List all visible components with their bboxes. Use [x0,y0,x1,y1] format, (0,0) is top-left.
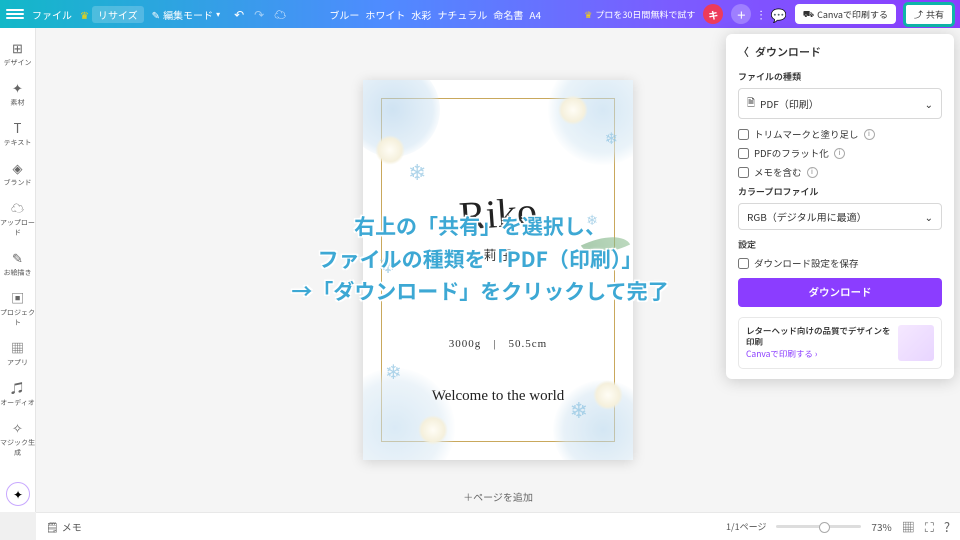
flower-decoration [375,135,405,165]
snowflake-icon: ❄ [408,155,426,187]
crown-icon: ♛ [80,7,89,22]
add-page-button[interactable]: ＋ページを追加 [463,489,533,504]
name-kanji-text[interactable]: 莉 子 [363,245,633,264]
top-toolbar: ファイル ♛リサイズ ✎編集モード▾ ↶ ↷ ☁ ブルーホワイト水彩ナチュラル命… [0,0,960,28]
name-script-text[interactable]: Riko [363,181,633,247]
apps-icon: ▦ [11,338,24,357]
watercolor-blob [363,368,455,460]
user-avatar[interactable]: キ [703,4,723,24]
settings-label: 設定 [738,238,942,251]
fullscreen-icon[interactable]: ⛶ [925,517,934,536]
snowflake-icon: ❄ [385,356,402,385]
info-icon[interactable]: i [834,148,845,159]
design-page[interactable]: ❄ ❄ ❄ ❄ ❄ ❄ Riko 莉 子 3000g | 50.5cm Welc… [363,80,633,460]
chevron-left-icon: 〈 [738,44,749,60]
include-notes-checkbox[interactable]: メモを含むi [738,165,942,179]
flatten-pdf-checkbox[interactable]: PDFのフラット化i [738,146,942,160]
brand-icon: ◈ [13,158,23,177]
promo-link[interactable]: Canvaで印刷する› [746,349,891,360]
design-icon: ⊞ [12,38,23,57]
crown-icon: ♛ [584,8,592,21]
comment-icon[interactable]: 💬 [771,5,787,24]
share-icon: ⤴ [914,8,923,21]
info-icon[interactable]: i [807,167,818,178]
sidebar-item-upload[interactable]: ☁アップロード [0,194,35,242]
color-profile-label: カラープロファイル [738,185,942,198]
notes-button[interactable]: 🗒メモ [46,519,82,534]
sidebar-item-draw[interactable]: ✎お絵描き [0,244,35,282]
promo-title: レターヘッド向けの品質でデザインを印刷 [746,325,891,348]
watercolor-blob [548,80,633,165]
snowflake-icon: ❄ [605,125,618,149]
pdf-icon: 🗎 [747,94,755,113]
zoom-slider[interactable] [776,525,861,528]
chevron-right-icon: › [815,349,818,360]
file-type-select[interactable]: 🗎PDF（印刷） ⌄ [738,88,942,119]
promo-thumbnail [898,325,934,361]
elements-icon: ✦ [12,78,23,97]
sidebar-item-elements[interactable]: ✦素材 [0,74,35,112]
download-button[interactable]: ダウンロード [738,278,942,307]
edit-mode-menu[interactable]: ✎編集モード▾ [152,7,220,22]
analytics-icon[interactable]: ⫶ [759,5,762,24]
menu-icon[interactable] [6,5,24,23]
sidebar-item-apps[interactable]: ▦アプリ [0,334,35,372]
page-indicator[interactable]: 1/1ページ [726,520,766,533]
zoom-value[interactable]: 73% [871,519,891,534]
flower-decoration [418,415,448,445]
trim-marks-checkbox[interactable]: トリムマークと塗り足しi [738,127,942,141]
save-settings-checkbox[interactable]: ダウンロード設定を保存 [738,256,942,270]
sidebar-item-design[interactable]: ⊞デザイン [0,34,35,72]
flower-decoration [558,95,588,125]
magic-fab-button[interactable]: ✦ [6,482,30,506]
undo-icon[interactable]: ↶ [234,6,244,23]
upload-icon: ☁ [11,198,24,217]
print-promo-card[interactable]: レターヘッド向けの品質でデザインを印刷 Canvaで印刷する› [738,317,942,369]
draw-icon: ✎ [12,248,23,267]
left-sidebar: ⊞デザイン ✦素材 Tテキスト ◈ブランド ☁アップロード ✎お絵描き ▣プロジ… [0,28,36,512]
welcome-text[interactable]: Welcome to the world [363,388,633,405]
add-member-button[interactable]: ＋ [731,4,751,24]
cloud-sync-icon[interactable]: ☁ [274,6,286,23]
chevron-down-icon: ⌄ [925,209,933,224]
magic-icon: ✧ [12,418,23,437]
help-icon[interactable]: ? [944,517,950,536]
info-icon[interactable]: i [864,129,875,140]
notes-icon: 🗒 [46,519,59,534]
sidebar-item-brand[interactable]: ◈ブランド [0,154,35,192]
sidebar-item-text[interactable]: Tテキスト [0,114,35,152]
file-menu[interactable]: ファイル [32,7,72,22]
sidebar-item-magic[interactable]: ✧マジック生成 [0,414,35,462]
document-title[interactable]: ブルーホワイト水彩ナチュラル命名書A4 [294,7,576,22]
print-with-canva-button[interactable]: ⛟Canvaで印刷する [795,4,896,24]
birth-stats-text[interactable]: 3000g | 50.5cm [363,335,633,351]
redo-icon[interactable]: ↷ [254,6,264,23]
pencil-icon: ✎ [152,7,160,22]
sidebar-item-projects[interactable]: ▣プロジェクト [0,284,35,332]
file-type-label: ファイルの種類 [738,70,942,83]
text-icon: T [14,118,22,137]
panel-back-button[interactable]: 〈ダウンロード [738,44,942,60]
grid-view-icon[interactable]: ▦ [902,517,915,536]
try-pro-button[interactable]: ♛プロを30日間無料で試す [584,8,695,21]
projects-icon: ▣ [11,288,24,307]
truck-icon: ⛟ [803,7,814,21]
download-panel: 〈ダウンロード ファイルの種類 🗎PDF（印刷） ⌄ トリムマークと塗り足しi … [726,34,954,379]
share-button[interactable]: ⤴共有 [904,3,954,26]
resize-button[interactable]: ♛リサイズ [80,6,144,23]
bottom-toolbar: 🗒メモ 1/1ページ 73% ▦ ⛶ ? [36,512,960,540]
chevron-down-icon: ⌄ [925,96,933,111]
sidebar-item-audio[interactable]: ♫オーディオ [0,374,35,412]
color-profile-select[interactable]: RGB（デジタル用に最適）⌄ [738,203,942,230]
audio-icon: ♫ [11,378,24,397]
chevron-down-icon: ▾ [216,9,220,20]
